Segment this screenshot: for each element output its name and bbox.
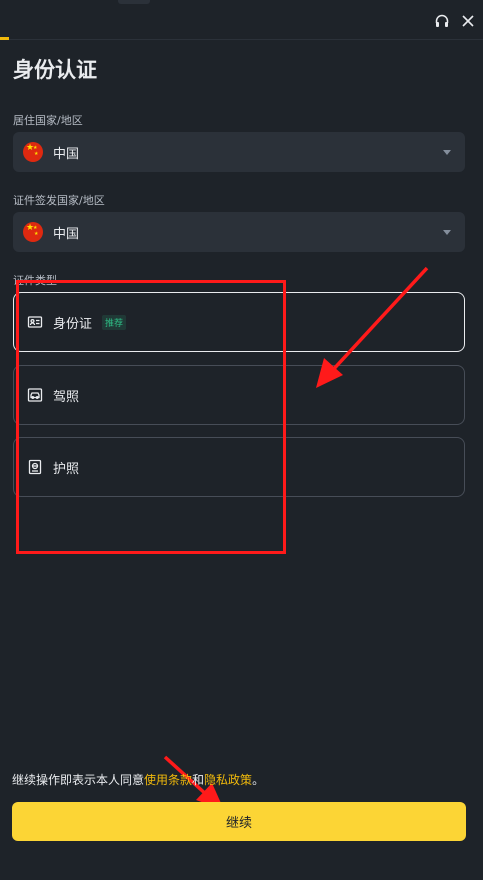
agreement-prefix: 继续操作即表示本人同意 [12,773,145,787]
agreement-conjunction: 和 [192,773,205,787]
privacy-policy-link[interactable]: 隐私政策 [204,773,252,787]
agreement-suffix: 。 [252,773,265,787]
annotation-arrows [163,266,429,810]
agreement-text: 继续操作即表示本人同意使用条款和隐私政策。 [12,771,264,788]
terms-of-use-link[interactable]: 使用条款 [144,773,192,787]
annotation-arrow-to-options [316,266,429,388]
continue-button[interactable]: 继续 [12,802,466,841]
